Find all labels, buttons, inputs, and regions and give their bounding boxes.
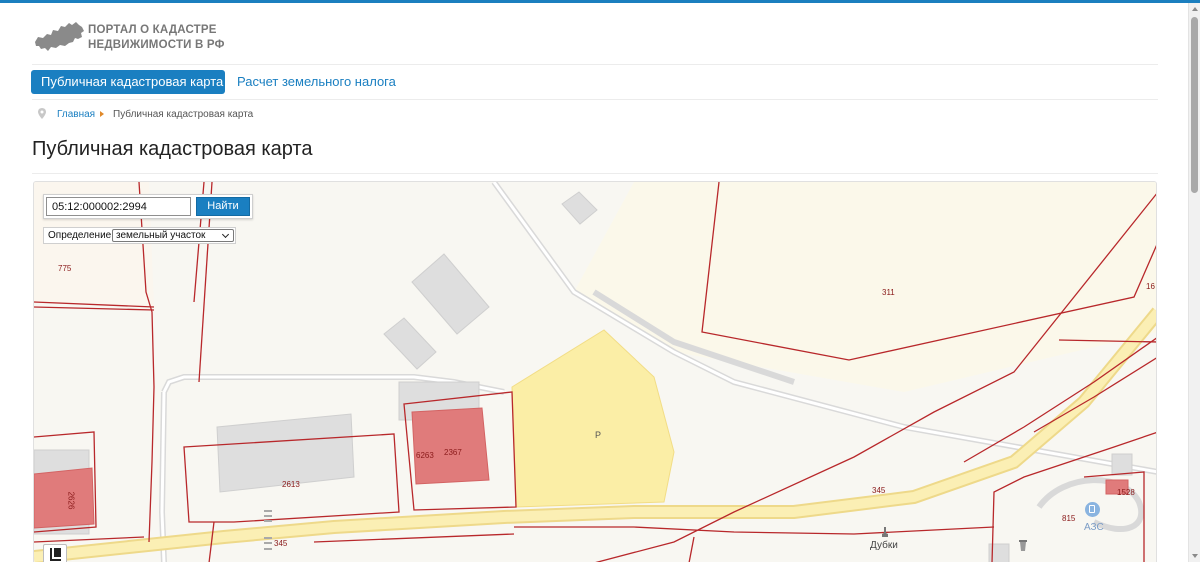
parcel-label: 2367 (444, 448, 462, 457)
site-logo-text[interactable]: ПОРТАЛ О КАДАСТРЕ НЕДВИЖИМОСТИ В РФ (88, 23, 225, 53)
definition-select[interactable]: земельный участок (112, 229, 234, 242)
definition-label: Определение: (48, 230, 115, 241)
zone-label: Р (595, 430, 602, 440)
search-panel: Найти (43, 194, 253, 219)
monument-icon (882, 527, 888, 537)
cadastral-map[interactable]: 775 311 16 6263 2367 2613 2626 345 345 8… (33, 181, 1157, 562)
parcel-label: 2626 (66, 491, 76, 510)
parcel-label: 815 (1062, 514, 1076, 523)
gas-station-label: АЗС (1084, 522, 1104, 533)
vertical-scrollbar[interactable] (1188, 3, 1200, 562)
parcel-label: 1528 (1117, 488, 1135, 497)
parcel-label: 6263 (416, 451, 434, 460)
map-zone-area (574, 182, 1156, 392)
cadastral-number-input[interactable] (46, 197, 191, 216)
parcel-label: 2613 (282, 480, 300, 489)
parcel-label: 345 (274, 539, 288, 548)
definition-selected-value: земельный участок (116, 230, 206, 241)
place-label: Дубки (870, 540, 898, 551)
breadcrumb-current: Публичная кадастровая карта (113, 109, 254, 120)
site-header: ПОРТАЛ О КАДАСТРЕ НЕДВИЖИМОСТИ В РФ (32, 16, 1158, 64)
top-accent-line (0, 0, 1200, 3)
building-6263-2367[interactable] (411, 407, 490, 485)
russia-map-logo-icon[interactable] (34, 18, 86, 54)
scroll-up-arrow-icon[interactable] (1192, 7, 1198, 11)
find-button[interactable]: Найти (196, 197, 250, 216)
building-2626[interactable] (34, 467, 95, 529)
tab-public-cadastral-map[interactable]: Публичная кадастровая карта (31, 70, 225, 94)
scroll-thumb[interactable] (1191, 17, 1198, 193)
breadcrumb-home-link[interactable]: Главная (57, 109, 95, 120)
logo-line-1: ПОРТАЛ О КАДАСТРЕ (88, 24, 217, 36)
parcel-label: 311 (882, 288, 895, 297)
layers-button[interactable] (43, 544, 67, 562)
highlighted-parcel-p[interactable] (511, 329, 675, 508)
gas-station-icon[interactable] (1085, 502, 1100, 517)
divider (32, 173, 1158, 174)
page-title: Публичная кадастровая карта (32, 138, 313, 160)
logo-line-2: НЕДВИЖИМОСТИ В РФ (88, 39, 225, 51)
definition-panel: Определение: земельный участок (43, 227, 236, 244)
divider (32, 64, 1158, 65)
parcel-label: 16 (1146, 282, 1155, 291)
layers-icon (50, 548, 61, 561)
trash-bin-icon (1019, 540, 1027, 551)
parcel-label: 775 (58, 264, 72, 273)
divider (32, 99, 1158, 100)
scroll-down-arrow-icon[interactable] (1192, 554, 1198, 558)
location-pin-icon (38, 108, 46, 119)
parcel-label: 345 (872, 486, 886, 495)
tab-land-tax-calculation[interactable]: Расчет земельного налога (227, 70, 406, 94)
chevron-down-icon (221, 230, 230, 239)
breadcrumb-separator-icon (100, 111, 104, 117)
